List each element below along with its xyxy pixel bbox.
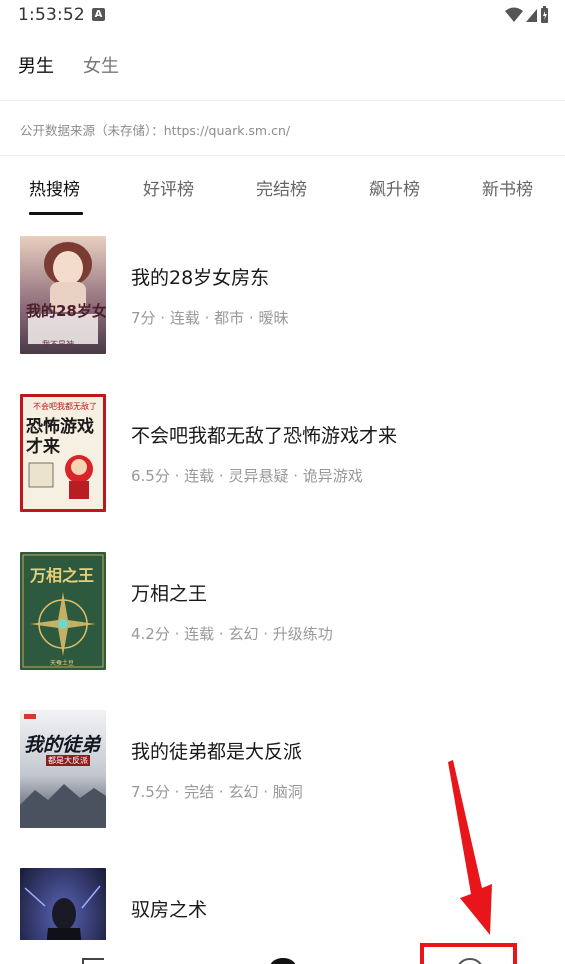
cover-title: 恐怖游戏才来 — [26, 417, 94, 457]
book-cover[interactable]: 我的28岁女房东 我不是神 — [20, 236, 106, 354]
notification-a-icon: A — [92, 8, 105, 21]
divider — [0, 100, 565, 101]
tab-rising[interactable]: 飙升榜 — [369, 175, 420, 200]
battery-icon — [541, 6, 548, 23]
tab-new-books[interactable]: 新书榜 — [482, 175, 533, 200]
active-tab-indicator — [29, 212, 83, 215]
highlight-box — [420, 943, 517, 964]
book-meta: 7.5分 · 完结 · 玄幻 · 脑洞 — [131, 783, 303, 801]
cover-subtitle: 都是大反派 — [46, 755, 90, 766]
source-note: 公开数据来源（未存储）：https://quark.sm.cn/ — [20, 123, 291, 138]
discover-icon[interactable] — [268, 957, 298, 964]
cover-subtitle: 不会吧我都无敌了 — [33, 402, 97, 411]
tab-female[interactable]: 女生 — [83, 52, 119, 78]
tab-completed[interactable]: 完结榜 — [256, 175, 307, 200]
status-bar: 1:53:52 A — [0, 0, 565, 32]
bookshelf-icon[interactable] — [80, 958, 110, 964]
cover-title: 我的徒弟 — [24, 734, 101, 756]
book-title[interactable]: 我的28岁女房东 — [131, 263, 269, 290]
book-cover[interactable] — [20, 868, 106, 940]
book-cover[interactable]: 万相之王 天蚕土豆 — [20, 552, 106, 670]
tab-good-review[interactable]: 好评榜 — [143, 175, 194, 200]
tab-male[interactable]: 男生 — [18, 52, 54, 78]
cover-subtitle: 天蚕土豆 — [50, 660, 75, 667]
book-title[interactable]: 驭房之术 — [131, 895, 207, 922]
cover-title: 我的28岁女房东 — [26, 302, 106, 320]
book-cover[interactable]: 不会吧我都无敌了 恐怖游戏才来 — [20, 394, 106, 512]
book-title[interactable]: 不会吧我都无敌了恐怖游戏才来 — [131, 421, 397, 448]
cover-subtitle: 我不是神 — [42, 340, 74, 349]
status-time: 1:53:52 — [18, 5, 85, 25]
cover-title: 万相之王 — [30, 566, 95, 585]
list-item[interactable]: 我的28岁女房东 我不是神 我的28岁女房东 7分 · 连载 · 都市 · 暧昧 — [0, 236, 565, 356]
signal-icon — [526, 9, 537, 22]
book-meta: 6.5分 · 连载 · 灵异悬疑 · 诡异游戏 — [131, 467, 363, 485]
red-arrow-icon — [448, 760, 492, 935]
list-item[interactable]: 不会吧我都无敌了 恐怖游戏才来 不会吧我都无敌了恐怖游戏才来 6.5分 · 连载… — [0, 394, 565, 514]
book-title[interactable]: 我的徒弟都是大反派 — [131, 737, 302, 764]
wifi-icon — [505, 7, 523, 22]
book-title[interactable]: 万相之王 — [131, 579, 207, 606]
status-icons — [505, 6, 548, 23]
book-meta: 4.2分 · 连载 · 玄幻 · 升级练功 — [131, 625, 333, 643]
book-meta: 7分 · 连载 · 都市 · 暧昧 — [131, 309, 289, 327]
list-item[interactable]: 万相之王 天蚕土豆 万相之王 4.2分 · 连载 · 玄幻 · 升级练功 — [0, 552, 565, 672]
tab-hot-search[interactable]: 热搜榜 — [29, 175, 80, 200]
book-cover[interactable]: 我的徒弟 都是大反派 — [20, 710, 106, 828]
divider — [0, 155, 565, 156]
